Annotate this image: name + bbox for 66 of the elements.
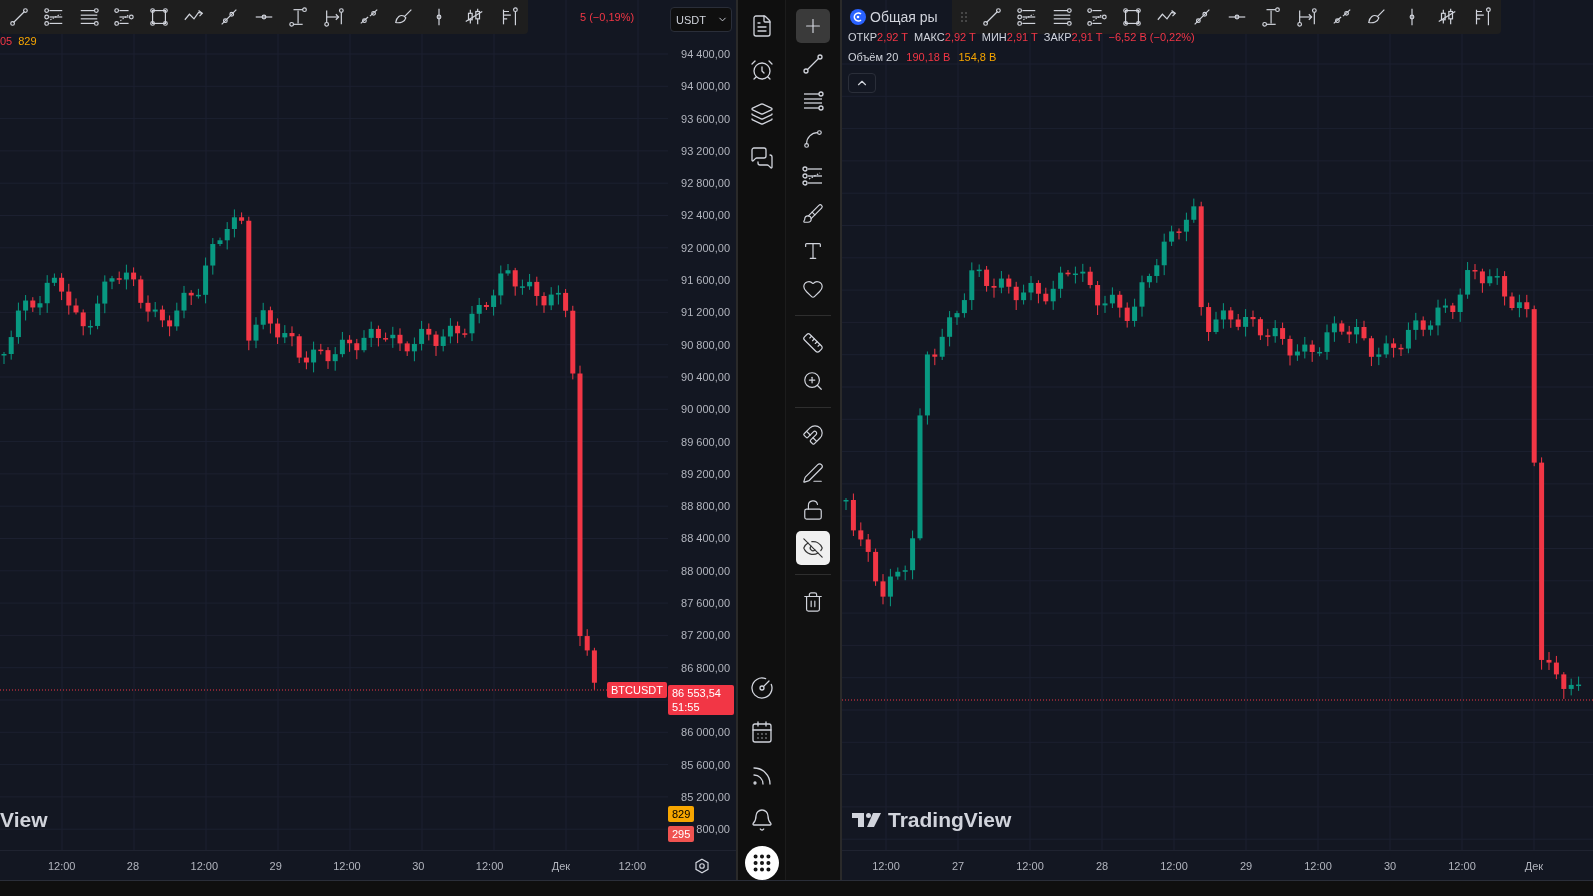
time-label: 27: [950, 859, 966, 872]
volume-tag: 295: [668, 826, 695, 842]
time-label: 12:00: [617, 859, 648, 872]
ohlc-label: ЗАКР: [1043, 31, 1072, 43]
ohlc-label: ОТКР: [848, 31, 878, 43]
time-label: 30: [411, 859, 426, 872]
price-label: 800,00: [696, 822, 730, 837]
price-label: 93 600,00: [681, 111, 730, 126]
price-label: 85 200,00: [681, 789, 730, 804]
price-label: 86 800,00: [681, 660, 730, 675]
time-label: 12:00: [1159, 859, 1189, 872]
time-label: 28: [125, 859, 141, 872]
volume-tag: 829: [668, 806, 695, 822]
time-label: Дек: [550, 859, 572, 872]
price-label: 90 400,00: [681, 369, 730, 384]
price-label: 91 600,00: [681, 273, 730, 288]
ohlc-value: 2,91 T: [1071, 31, 1103, 43]
time-label: 28: [1094, 859, 1110, 872]
price-label: 90 000,00: [681, 402, 730, 417]
ohlc-label: МАКС: [914, 31, 945, 43]
price-label: 89 600,00: [681, 434, 730, 449]
time-label: 12:00: [189, 859, 220, 872]
symbol-name: Общая ры: [870, 9, 938, 25]
volume-label: Объём 20: [848, 51, 899, 63]
price-label: 90 800,00: [681, 337, 730, 352]
time-label: 12:00: [474, 859, 505, 872]
time-label: 12:00: [46, 859, 77, 872]
price-label: 87 200,00: [681, 628, 730, 643]
time-label: 30: [1382, 859, 1398, 872]
price-label: 87 600,00: [681, 596, 730, 611]
legend-value: 829: [18, 35, 37, 47]
time-label: 12:00: [1303, 859, 1333, 872]
price-label: 86 000,00: [681, 725, 730, 740]
watermark-logo: View: [0, 808, 48, 832]
price-label: 94 000,00: [681, 79, 730, 94]
price-label: 92 000,00: [681, 240, 730, 255]
time-label: 29: [268, 859, 283, 872]
volume-value: 190,18 B: [906, 51, 951, 63]
price-label: 88 000,00: [681, 563, 730, 578]
time-label: Дек: [1523, 859, 1545, 872]
volume-value: 154,8 B: [958, 51, 997, 63]
time-label: 12:00: [1447, 859, 1477, 872]
price-label: 88 400,00: [681, 531, 730, 546]
time-label: 29: [1238, 859, 1254, 872]
legend-value: 05: [0, 35, 13, 47]
symbol-tag: BTCUSDT: [607, 682, 667, 698]
watermark-logo: TradingView: [888, 808, 1012, 832]
price-label: 91 200,00: [681, 305, 730, 320]
price-label: 89 200,00: [681, 466, 730, 481]
ohlc-value: 2,92 T: [944, 31, 976, 43]
price-label: 85 600,00: [681, 757, 730, 772]
price-label: 92 400,00: [681, 208, 730, 223]
ohlc-value: 2,92 T: [877, 31, 909, 43]
price-label: 94 400,00: [681, 47, 730, 61]
price-label: 88 800,00: [681, 499, 730, 514]
time-label: 12:00: [871, 859, 901, 872]
price-label: 92 800,00: [681, 176, 730, 191]
price-change: −6,52 B (−0,22%): [1108, 31, 1195, 43]
price-label: 93 200,00: [681, 143, 730, 158]
currency-dropdown[interactable]: USDT: [670, 7, 732, 32]
time-label: 12:00: [1015, 859, 1045, 872]
time-label: 12:00: [332, 859, 362, 872]
ohlc-label: МИН: [981, 31, 1007, 43]
last-price-tag: 86 553,54 51:55: [668, 684, 734, 715]
ohlc-value: 2,91 T: [1006, 31, 1038, 43]
price-change: 5 (−0,19%): [580, 11, 635, 23]
